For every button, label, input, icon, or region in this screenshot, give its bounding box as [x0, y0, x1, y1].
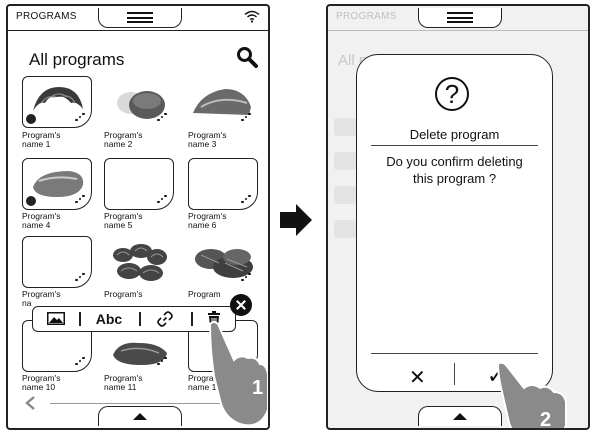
image-icon [47, 312, 65, 325]
cancel-button[interactable]: ✕ [409, 365, 426, 390]
program-tile-7[interactable] [22, 236, 92, 288]
faded-program-thumb [334, 186, 356, 204]
dialog-title: Delete program [409, 127, 500, 142]
more-options-icon[interactable] [241, 194, 251, 203]
dialog-divider [371, 145, 538, 146]
scroll-track[interactable] [50, 403, 230, 404]
program-name-5: Program's name 5 [104, 211, 143, 230]
more-options-icon[interactable] [241, 272, 251, 281]
link-icon [157, 310, 173, 327]
favorite-badge-icon [25, 113, 37, 125]
more-options-icon[interactable] [75, 356, 85, 365]
program-name-11: Program's name 11 [104, 373, 143, 392]
button-separator [454, 363, 455, 385]
toolbar-separator [139, 312, 141, 326]
top-bar: PROGRAMS [8, 6, 268, 31]
program-name-9: Program [188, 289, 221, 299]
page-title: All programs [29, 50, 125, 69]
program-name-1: Program's name 1 [22, 130, 61, 149]
search-icon[interactable] [236, 46, 258, 68]
program-tile-9[interactable] [188, 236, 258, 288]
program-tile-4[interactable] [22, 158, 92, 210]
faded-program-thumb [334, 118, 356, 136]
dialog-message: Do you confirm deleting this program ? [367, 153, 542, 187]
more-options-icon[interactable] [241, 112, 251, 121]
step-number: 1 [252, 377, 263, 399]
faded-program-thumb [334, 152, 356, 170]
program-name-6: Program's name 6 [188, 211, 227, 230]
header-label: PROGRAMS [336, 11, 397, 22]
question-icon: ? [435, 77, 469, 111]
delete-program-dialog: ? Delete program Do you confirm deleting… [356, 54, 553, 392]
link-button[interactable] [145, 307, 185, 330]
program-tile-1[interactable] [22, 76, 92, 128]
bottom-tab[interactable] [418, 406, 502, 426]
program-name-8: Program's [104, 289, 143, 299]
dialog-message-line-2: this program ? [412, 171, 497, 186]
program-name-10: Program's name 10 [22, 373, 61, 392]
wifi-icon [244, 10, 260, 23]
header-label: PROGRAMS [16, 11, 77, 22]
more-options-icon[interactable] [75, 112, 85, 121]
delete-confirm-screen: PROGRAMS All p ? Delete program Do you c… [326, 4, 590, 430]
close-icon[interactable] [230, 294, 252, 316]
rename-button[interactable]: Abc [85, 307, 133, 330]
more-options-icon[interactable] [157, 356, 167, 365]
program-tile-2[interactable] [104, 76, 174, 128]
programs-screen: PROGRAMS All programs Program's name 1 P… [6, 4, 270, 430]
up-arrow-icon[interactable] [133, 413, 147, 420]
pasta-image [113, 244, 167, 281]
menu-tab[interactable] [418, 8, 502, 28]
faded-program-thumb [334, 220, 356, 238]
up-arrow-icon[interactable] [453, 413, 467, 420]
program-tile-3[interactable] [188, 76, 258, 128]
chevron-left-icon[interactable] [24, 395, 36, 411]
favorite-badge-icon [25, 195, 37, 207]
tap-hand-step-1: 1 [208, 321, 268, 427]
menu-icon[interactable] [127, 12, 153, 23]
program-tile-6[interactable] [188, 158, 258, 210]
menu-icon[interactable] [447, 12, 473, 23]
toolbar-separator [191, 312, 193, 326]
toolbar-separator [79, 312, 81, 326]
more-options-icon[interactable] [75, 194, 85, 203]
program-name-3: Program's name 3 [188, 130, 227, 149]
arrow-right-icon [280, 204, 312, 236]
dialog-message-line-1: Do you confirm deleting [386, 154, 523, 169]
program-name-2: Program's name 2 [104, 130, 143, 149]
program-tile-8[interactable] [104, 236, 174, 288]
more-options-icon[interactable] [157, 194, 167, 203]
more-options-icon[interactable] [75, 272, 85, 281]
program-tile-5[interactable] [104, 158, 174, 210]
menu-tab[interactable] [98, 8, 182, 28]
program-name-4: Program's name 4 [22, 211, 61, 230]
step-number: 2 [540, 409, 551, 430]
dialog-divider [371, 353, 538, 354]
bottom-tab[interactable] [98, 406, 182, 426]
change-image-button[interactable] [39, 307, 73, 330]
top-bar: PROGRAMS [328, 6, 588, 31]
more-options-icon[interactable] [157, 112, 167, 121]
